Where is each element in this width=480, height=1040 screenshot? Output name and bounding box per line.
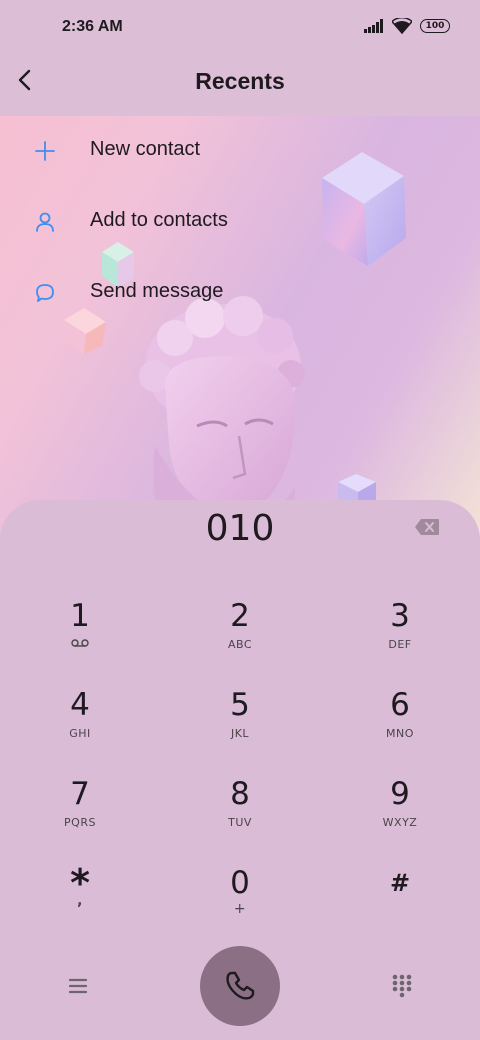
- wallpaper: [0, 116, 480, 536]
- key-digit: 7: [70, 776, 90, 812]
- key-4[interactable]: 4 GHI: [0, 679, 160, 768]
- battery-icon: 100: [420, 19, 450, 33]
- key-letters: DEF: [388, 638, 412, 651]
- action-new-contact[interactable]: New contact: [0, 132, 480, 172]
- key-letters: JKL: [230, 727, 250, 740]
- key-letters: ABC: [227, 638, 253, 651]
- action-send-message[interactable]: Send message: [0, 274, 480, 314]
- key-digit: 0: [230, 865, 250, 901]
- key-digit: 8: [230, 776, 250, 812]
- dialed-number: 010: [205, 508, 275, 549]
- plus-icon: [35, 141, 55, 161]
- status-time: 2:36 AM: [62, 18, 123, 35]
- key-letters: ,: [77, 893, 83, 909]
- status-icons: 100: [364, 18, 450, 34]
- dialer-panel: 010 1 2 ABC 3 DEF 4 GHI 5 JKL 6 MNO 7 PQ…: [0, 500, 480, 1040]
- phone-icon: [226, 971, 255, 1000]
- page-title: Recents: [195, 68, 285, 94]
- status-bar: 2:36 AM 100: [0, 0, 480, 56]
- action-label: Send message: [90, 280, 224, 302]
- action-add-to-contacts[interactable]: Add to contacts: [0, 203, 480, 243]
- key-2[interactable]: 2 ABC: [160, 590, 320, 679]
- voicemail-icon: [71, 639, 89, 647]
- key-9[interactable]: 9 WXYZ: [320, 768, 480, 857]
- key-3[interactable]: 3 DEF: [320, 590, 480, 679]
- signal-icon: [364, 19, 383, 33]
- call-button[interactable]: [200, 946, 280, 1026]
- key-digit: 9: [390, 776, 410, 812]
- person-icon: [36, 212, 54, 232]
- key-hash[interactable]: #: [320, 857, 480, 946]
- key-letters: TUV: [228, 816, 252, 829]
- key-digit: #: [389, 869, 411, 897]
- key-digit: 6: [390, 687, 410, 723]
- key-7[interactable]: 7 PQRS: [0, 768, 160, 857]
- action-label: Add to contacts: [90, 209, 228, 231]
- key-digit: 1: [70, 598, 90, 634]
- key-1[interactable]: 1: [0, 590, 160, 679]
- key-letters: +: [233, 901, 247, 917]
- key-8[interactable]: 8 TUV: [160, 768, 320, 857]
- key-digit: 3: [390, 598, 410, 634]
- key-digit: 5: [230, 687, 250, 723]
- key-6[interactable]: 6 MNO: [320, 679, 480, 768]
- dialpad-icon[interactable]: [392, 974, 412, 998]
- message-bubble-icon: [36, 284, 54, 302]
- key-letters: PQRS: [64, 816, 96, 829]
- key-letters: MNO: [386, 727, 414, 740]
- key-digit: 2: [230, 598, 250, 634]
- action-label: New contact: [90, 138, 201, 160]
- key-0[interactable]: 0 +: [160, 857, 320, 946]
- key-star[interactable]: * ,: [0, 857, 160, 946]
- key-letters: GHI: [69, 727, 91, 740]
- key-5[interactable]: 5 JKL: [160, 679, 320, 768]
- wifi-icon: [392, 18, 412, 34]
- app-header: Recents: [0, 56, 480, 116]
- key-letters: WXYZ: [382, 816, 418, 829]
- menu-icon[interactable]: [66, 976, 90, 996]
- backspace-icon[interactable]: [414, 518, 440, 536]
- key-digit: 4: [70, 687, 90, 723]
